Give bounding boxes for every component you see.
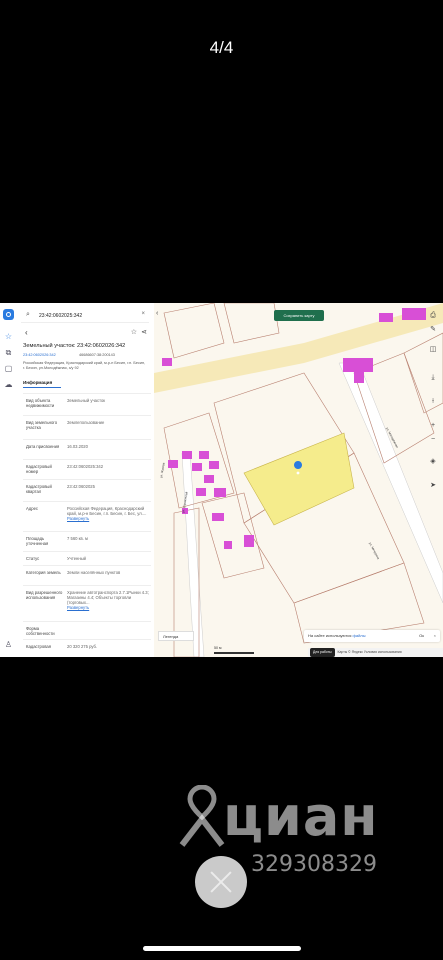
footer-badge[interactable]: Для работы bbox=[310, 648, 335, 657]
clear-search-icon[interactable]: × bbox=[141, 311, 145, 317]
app-logo-icon[interactable] bbox=[3, 309, 14, 320]
legend-button[interactable]: Легенда bbox=[158, 631, 194, 641]
map-footer: Для работы Карты © Яндекс Условия исполь… bbox=[308, 648, 443, 657]
cian-logo-icon bbox=[179, 785, 225, 847]
left-rail: ☆ ⧉ ▢ ☁ ♙ bbox=[0, 303, 18, 657]
info-key: Кадастровый квартал bbox=[26, 484, 52, 494]
info-key: Вид объекта недвижимости bbox=[26, 398, 55, 408]
home-indicator[interactable] bbox=[143, 946, 301, 951]
info-row: Статус Учтенный bbox=[23, 551, 151, 566]
info-value: Учтенный bbox=[67, 556, 87, 561]
info-row: Кадастровая 20 320 275 руб. bbox=[23, 639, 151, 657]
info-value: 20 320 275 руб. bbox=[67, 644, 98, 649]
user-icon[interactable]: ♙ bbox=[3, 639, 14, 650]
download-icon[interactable]: ⤓ bbox=[426, 371, 440, 385]
info-value: 7 560 кв. м bbox=[67, 536, 88, 541]
info-row: Площадь уточненная 7 560 кв. м bbox=[23, 531, 151, 552]
cloud-icon[interactable]: ☁ bbox=[3, 379, 14, 390]
west-road bbox=[181, 452, 205, 657]
favorites-icon[interactable]: ☆ bbox=[3, 331, 14, 342]
info-key: Статус bbox=[26, 556, 40, 561]
info-row: Дата присвоения 16.03.2020 bbox=[23, 439, 151, 460]
info-key: Кадастровая bbox=[26, 644, 51, 649]
info-value: 16.03.2020 bbox=[67, 444, 88, 449]
info-row: Адрес Российская Федерация, Краснодарски… bbox=[23, 501, 151, 532]
search-bar[interactable]: ⌕ 23:42:0602025:342 × bbox=[21, 309, 149, 323]
info-row: Вид земельного участка Землепользование bbox=[23, 415, 151, 440]
locate-icon[interactable]: ➤ bbox=[426, 479, 440, 493]
info-key: Категория земель bbox=[26, 570, 61, 575]
info-value: 23:42:0602025:342 bbox=[67, 464, 104, 469]
info-row: Кадастровый номер 23:42:0602025:342 bbox=[23, 459, 151, 480]
usage-value: Хранение автотранспорта 2.7.1Рынки 4.3; … bbox=[67, 590, 149, 605]
search-input[interactable]: 23:42:0602025:342 bbox=[39, 313, 82, 319]
screenshot-frame: ☆ ⧉ ▢ ☁ ♙ ⌕ 23:42:0602025:342 × ‹ ☆ ⋖ Зе… bbox=[0, 303, 443, 657]
footer-copyright: Карты © Яндекс Условия использования bbox=[337, 650, 402, 654]
info-value: 23:42:0602025 bbox=[67, 484, 95, 489]
cookie-banner: На сайте используются файлы Ок × bbox=[304, 630, 440, 642]
info-key: Форма собственности bbox=[26, 626, 55, 636]
compass-icon[interactable]: ◈ bbox=[426, 455, 440, 469]
parcel-title: Земельный участок: 23:42:0602026:342 bbox=[23, 343, 126, 349]
street-label-south: ул. Мичурина bbox=[368, 542, 380, 561]
tab-information[interactable]: Информация bbox=[23, 380, 61, 388]
parcel-address: Российская Федерация, Краснодарский край… bbox=[23, 361, 146, 370]
cookie-close-icon[interactable]: × bbox=[434, 630, 436, 642]
watermark-number: 329308329 bbox=[251, 852, 377, 877]
bookmark-star-icon[interactable]: ☆ bbox=[131, 328, 137, 336]
share-icon[interactable]: ⋖ bbox=[141, 328, 147, 336]
info-value: Российская Федерация, Краснодарский край… bbox=[67, 506, 149, 521]
ruler-icon[interactable]: ⟊ bbox=[426, 395, 440, 409]
zoom-out-button[interactable]: − bbox=[426, 433, 440, 447]
info-value: Хранение автотранспорта 2.7.1Рынки 4.3; … bbox=[67, 590, 149, 610]
search-icon: ⌕ bbox=[26, 311, 30, 318]
close-viewer-button[interactable] bbox=[195, 856, 247, 908]
info-value: Землепользование bbox=[67, 420, 105, 425]
info-row: Категория земель Земли населённых пункто… bbox=[23, 565, 151, 586]
expand-usage-link[interactable]: Развернуть bbox=[67, 605, 89, 610]
collapse-panel-icon[interactable]: ‹ bbox=[156, 310, 158, 317]
info-key: Вид земельного участка bbox=[26, 420, 58, 430]
zoom-in-button[interactable]: + bbox=[426, 419, 440, 433]
selected-parcel[interactable] bbox=[243, 432, 355, 526]
info-row: Форма собственности bbox=[23, 621, 151, 640]
info-key: Площадь уточненная bbox=[26, 536, 49, 546]
info-key: Вид разрешенного использования bbox=[26, 590, 63, 600]
scale-bar bbox=[214, 652, 254, 654]
map-canvas: ул. Строителей ул. Молодёжная ул. Мичури… bbox=[154, 303, 443, 657]
page-counter: 4/4 bbox=[209, 38, 234, 57]
cadastral-map[interactable]: ул. Строителей ул. Молодёжная ул. Мичури… bbox=[154, 303, 443, 657]
save-map-button[interactable]: Сохранить карту bbox=[274, 310, 324, 321]
street-label-far-west: ул. Жукова bbox=[159, 462, 166, 478]
edit-icon[interactable]: ✎ bbox=[426, 323, 440, 337]
cian-watermark: циан 329308329 bbox=[178, 785, 418, 877]
info-row: Кадастровый квартал 23:42:0602025 bbox=[23, 479, 151, 502]
expand-address-link[interactable]: Развернуть bbox=[67, 516, 89, 521]
panel-toolbar: ‹ ☆ ⋖ bbox=[25, 328, 149, 338]
address-value: Российская Федерация, Краснодарский край… bbox=[67, 506, 147, 516]
info-row: Вид объекта недвижимости Земельный участ… bbox=[23, 393, 151, 416]
document-icon[interactable]: ▢ bbox=[3, 363, 14, 374]
info-key: Кадастровый номер bbox=[26, 464, 52, 474]
scale-label: 50 м bbox=[214, 646, 222, 650]
info-row: Вид разрешенного использования Хранение … bbox=[23, 585, 151, 622]
cookie-text: На сайте используются bbox=[308, 633, 352, 638]
info-key: Дата присвоения bbox=[26, 444, 60, 449]
info-panel: ⌕ 23:42:0602025:342 × ‹ ☆ ⋖ Земельный уч… bbox=[17, 303, 154, 657]
info-value: Земли населённых пунктов bbox=[67, 570, 121, 575]
info-key: Адрес bbox=[26, 506, 38, 511]
layers-icon[interactable]: ⧉ bbox=[3, 347, 14, 358]
print-icon[interactable]: ⎙ bbox=[426, 309, 440, 323]
parcel-cad-number-2: 46686607:38:200143 bbox=[79, 353, 115, 357]
cian-brand-text: циан bbox=[223, 785, 379, 848]
cookie-link[interactable]: файлы bbox=[353, 633, 366, 638]
info-value: Земельный участок bbox=[67, 398, 106, 403]
parcel-cad-number[interactable]: 23:42:0602026:342 bbox=[23, 353, 56, 357]
back-icon[interactable]: ‹ bbox=[25, 328, 28, 337]
layers-toggle-icon[interactable]: ◫ bbox=[426, 343, 440, 357]
cookie-ok-button[interactable]: Ок bbox=[419, 630, 424, 642]
